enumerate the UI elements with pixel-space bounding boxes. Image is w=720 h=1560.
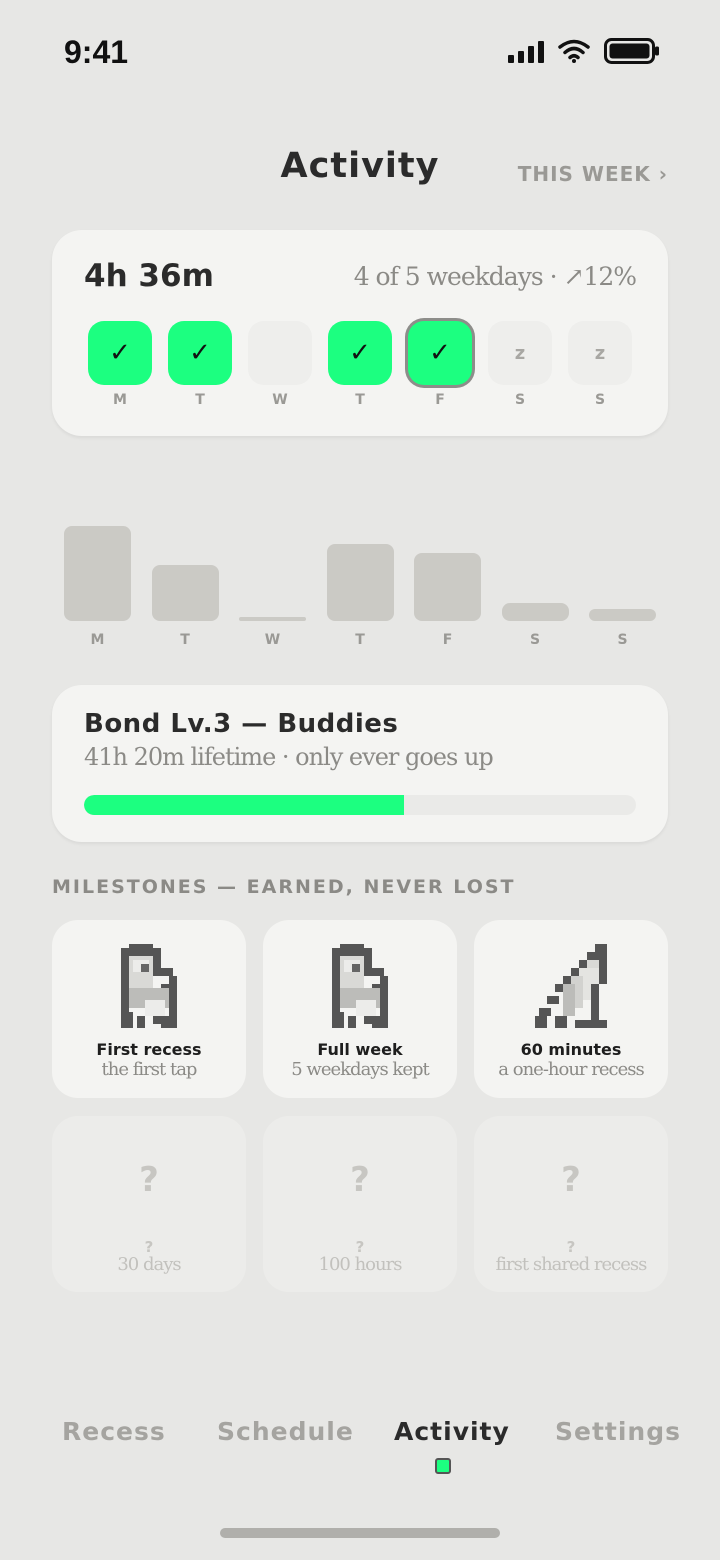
chart-tick-label: S — [617, 632, 628, 648]
chart-tick-label: T — [180, 632, 190, 648]
milestone-name: Full week — [317, 1040, 403, 1059]
locked-question-icon: ? — [139, 1160, 159, 1200]
tab-schedule[interactable]: Schedule — [217, 1417, 354, 1446]
bond-card: Bond Lv.3 — Buddies 41h 20m lifetime · o… — [52, 685, 668, 842]
status-time: 9:41 — [64, 34, 129, 70]
tab-recess[interactable]: Recess — [62, 1417, 166, 1446]
chart-tick-label: M — [90, 632, 105, 648]
milestone-first-recess[interactable]: First recess the first tap — [52, 920, 246, 1098]
chart-bar — [239, 617, 306, 621]
milestone-60-minutes[interactable]: 60 minutes a one-hour recess — [474, 920, 668, 1098]
battery-icon — [604, 38, 659, 64]
day-check-wednesday[interactable] — [248, 321, 312, 385]
day-label: T — [195, 392, 205, 408]
chart-bar — [151, 565, 219, 621]
day-label: S — [514, 392, 526, 408]
milestone-desc: 30 days — [117, 1254, 181, 1275]
day-rest-saturday: z — [488, 321, 552, 385]
pixel-wedge-icon — [535, 944, 607, 1028]
day-label: S — [594, 392, 606, 408]
week-total-time: 4h 36m — [84, 258, 214, 294]
milestone-locked-30-days[interactable]: ? ? 30 days — [52, 1116, 246, 1292]
cellular-signal-icon — [508, 39, 544, 63]
chart-tick-label: F — [442, 632, 453, 648]
milestone-desc: 100 hours — [318, 1254, 403, 1275]
chart-bar — [414, 553, 481, 621]
chart-bar — [501, 603, 569, 621]
pixel-creature-icon — [121, 944, 177, 1028]
milestones-heading: MILESTONES — EARNED, NEVER LOST — [52, 876, 516, 898]
week-streak-summary: 4 of 5 weekdays · ↗12% — [353, 262, 637, 291]
this-week-link[interactable]: THIS WEEK › — [518, 162, 668, 186]
bond-lifetime-text: 41h 20m lifetime · only ever goes up — [84, 743, 494, 771]
status-icons — [508, 38, 660, 64]
pixel-creature-icon — [332, 944, 388, 1028]
wifi-icon — [558, 39, 590, 63]
tab-activity[interactable]: Activity — [394, 1417, 510, 1446]
day-rest-sunday: z — [568, 321, 632, 385]
chart-bar — [326, 544, 394, 621]
day-check-thursday[interactable]: ✓ — [328, 321, 392, 385]
milestone-full-week[interactable]: Full week 5 weekdays kept — [263, 920, 457, 1098]
milestone-desc: a one-hour recess — [498, 1059, 644, 1080]
home-indicator[interactable] — [220, 1528, 500, 1538]
chart-tick-label: W — [264, 632, 281, 648]
chart-tick-label: S — [529, 632, 541, 648]
milestone-name: 60 minutes — [520, 1040, 622, 1059]
day-check-monday[interactable]: ✓ — [88, 321, 152, 385]
milestone-locked-shared-recess[interactable]: ? ? first shared recess — [474, 1116, 668, 1292]
chart-bar — [589, 609, 656, 621]
milestone-name: First recess — [96, 1040, 202, 1059]
day-label: M — [113, 392, 127, 408]
tab-settings[interactable]: Settings — [555, 1417, 681, 1446]
day-check-friday[interactable]: ✓ — [408, 321, 472, 385]
week-summary-card: 4h 36m 4 of 5 weekdays · ↗12% ✓ ✓ ✓ ✓ z … — [52, 230, 668, 436]
bond-level-title: Bond Lv.3 — Buddies — [84, 709, 399, 739]
bond-progress-bar — [84, 795, 636, 815]
active-tab-indicator — [435, 1458, 451, 1474]
locked-question-icon: ? — [561, 1160, 581, 1200]
day-label: F — [435, 392, 445, 408]
chart-tick-label: T — [355, 632, 365, 648]
day-label: W — [272, 392, 288, 408]
day-check-tuesday[interactable]: ✓ — [168, 321, 232, 385]
milestone-desc: 5 weekdays kept — [291, 1059, 430, 1080]
milestone-desc: the first tap — [101, 1059, 198, 1080]
day-label: T — [355, 392, 365, 408]
bond-progress-fill — [84, 795, 405, 815]
chart-bar — [64, 526, 131, 621]
milestone-locked-100-hours[interactable]: ? ? 100 hours — [263, 1116, 457, 1292]
milestone-desc: first shared recess — [495, 1254, 648, 1275]
locked-question-icon: ? — [350, 1160, 370, 1200]
